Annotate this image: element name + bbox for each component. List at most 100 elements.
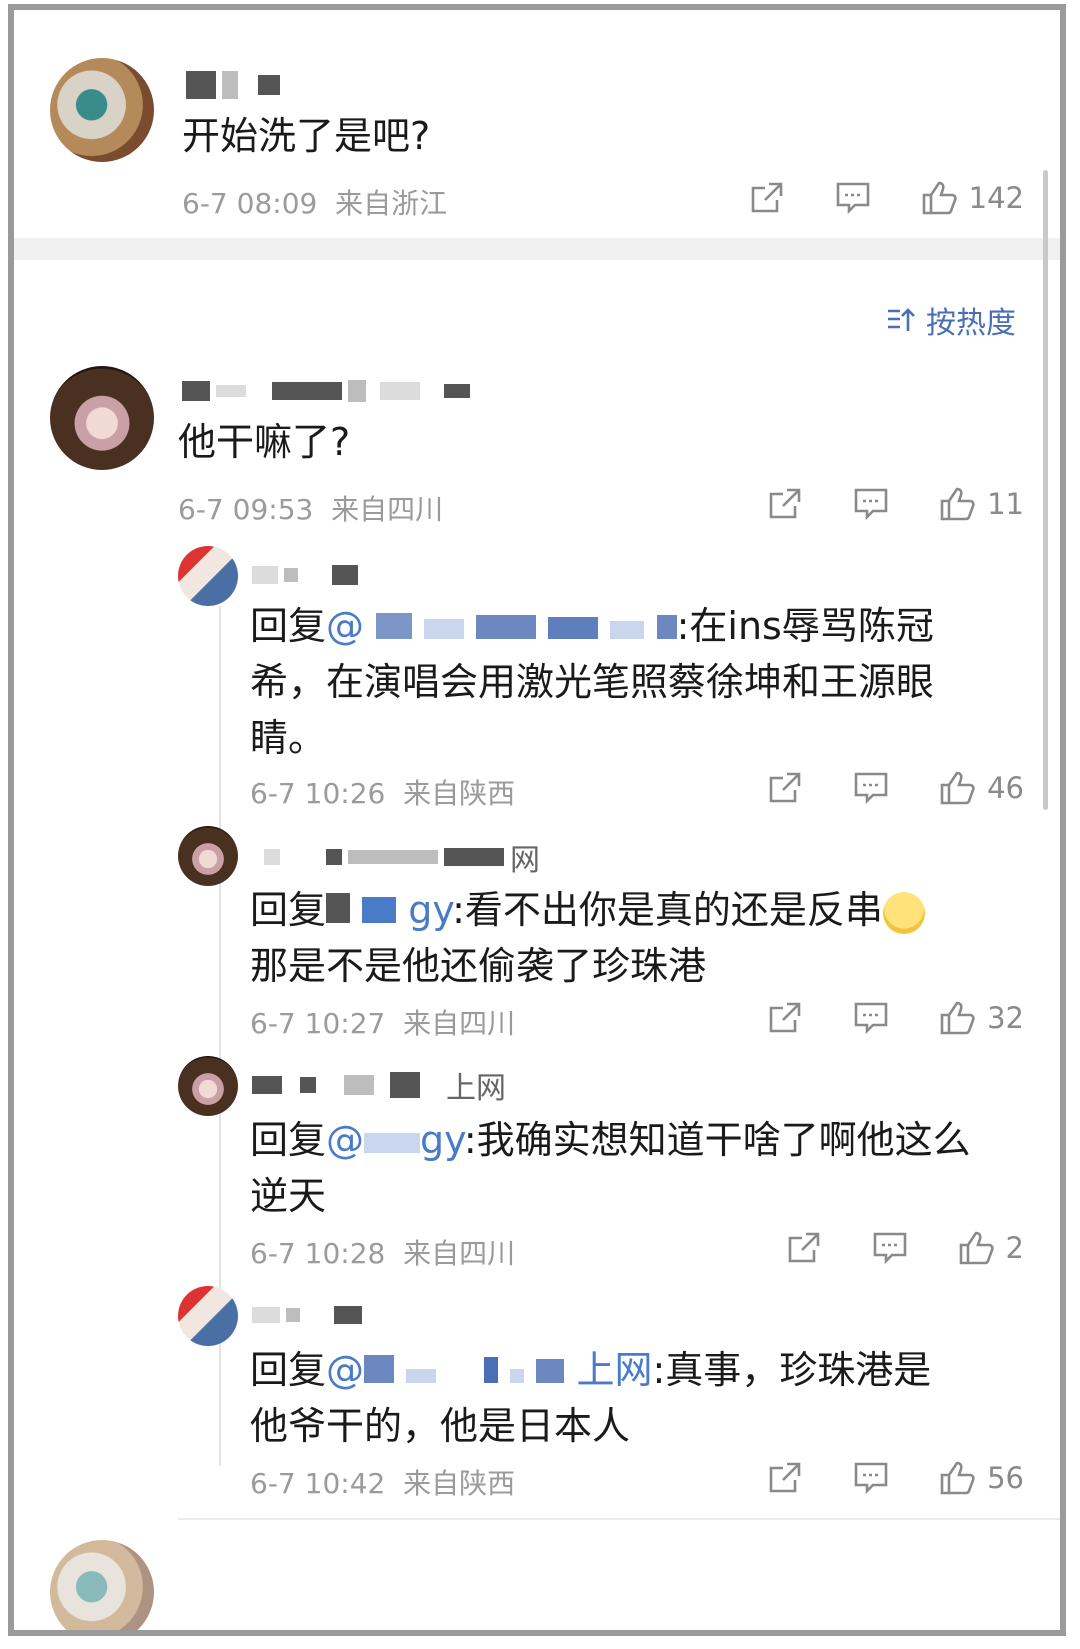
username-suffix: 网 <box>510 843 540 878</box>
share-icon <box>788 1232 819 1263</box>
like-count: 32 <box>987 1001 1024 1035</box>
like-count: 2 <box>1005 1231 1024 1265</box>
avatar[interactable] <box>178 1286 238 1346</box>
avatar-partial[interactable] <box>50 1540 154 1630</box>
mention-text: @ <box>326 1348 365 1392</box>
avatar[interactable] <box>178 826 238 886</box>
item-divider <box>178 1518 1060 1520</box>
reply-prefix: 回复 <box>250 1348 327 1392</box>
like-icon <box>940 1001 975 1035</box>
reply-text-line1: :我确实想知道干啥了啊他这么 <box>463 1118 971 1162</box>
like-count: 46 <box>987 771 1024 805</box>
share-button[interactable] <box>749 181 785 215</box>
sort-toggle[interactable]: 按热度 <box>886 298 1016 342</box>
sort-icon <box>888 308 915 331</box>
comment-text: 开始洗了是吧? <box>182 114 431 158</box>
like-icon <box>940 1461 975 1495</box>
section-divider <box>14 238 1060 260</box>
reply-button[interactable] <box>853 487 889 521</box>
reply-text-line1: :看不出你是真的还是反串 <box>452 888 883 932</box>
share-button[interactable] <box>767 1001 803 1035</box>
timestamp: 6-7 10:26 <box>250 777 386 810</box>
rolling-eyes-emoji <box>882 891 925 934</box>
share-button[interactable] <box>786 1231 822 1265</box>
comment-meta: 6-7 10:27 来自四川 <box>250 1002 515 1042</box>
like-count: 56 <box>987 1461 1024 1495</box>
like-button[interactable]: 142 <box>921 180 1024 216</box>
reply-text-rest: 那是不是他还偷袭了珍珠港 <box>250 944 707 988</box>
location: 来自陕西 <box>403 1467 516 1500</box>
like-button[interactable]: 2 <box>958 1230 1024 1266</box>
share-button[interactable] <box>767 771 803 805</box>
username-blurred[interactable]: 上网 <box>252 1068 506 1106</box>
mention-tail: 上网 <box>576 1348 653 1392</box>
comment-actions: 46 <box>767 770 1024 806</box>
reply-button[interactable] <box>853 1461 889 1495</box>
username-suffix: 上网 <box>446 1071 506 1106</box>
timestamp: 6-7 09:53 <box>178 493 314 526</box>
sort-label: 按热度 <box>926 306 1016 341</box>
reply-prefix: 回复 <box>250 888 327 932</box>
username-blurred[interactable] <box>182 374 470 408</box>
comment-icon <box>854 772 888 805</box>
location: 来自四川 <box>403 1007 516 1040</box>
avatar[interactable] <box>50 366 154 470</box>
avatar[interactable] <box>178 1056 238 1116</box>
like-count: 142 <box>968 181 1024 215</box>
reply-button[interactable] <box>872 1231 908 1265</box>
avatar[interactable] <box>50 58 154 162</box>
share-button[interactable] <box>767 487 803 521</box>
mention-link[interactable]: gy <box>408 888 452 932</box>
mention-link[interactable]: @ <box>326 604 677 648</box>
like-button[interactable]: 46 <box>939 770 1024 806</box>
comment-meta: 6-7 10:28 来自四川 <box>250 1232 515 1272</box>
username-blurred[interactable] <box>252 1298 362 1332</box>
reply-button[interactable] <box>853 771 889 805</box>
reply-text-rest: 他爷干的，他是日本人 <box>250 1404 631 1448</box>
reply-button[interactable] <box>853 1001 889 1035</box>
comment-meta: 6-7 10:42 来自陕西 <box>250 1462 515 1502</box>
scrollbar[interactable] <box>1043 170 1048 810</box>
comment-icon <box>873 1232 906 1265</box>
reply-text: 回复@ 上网:真事，珍珠港是 他爷干的，他是日本人 <box>250 1342 990 1454</box>
reply-button[interactable] <box>835 181 871 215</box>
like-button[interactable]: 32 <box>939 1000 1024 1036</box>
location: 来自四川 <box>403 1237 516 1270</box>
reply-text: 回复@ :在ins辱骂陈冠 希，在演唱会用激光笔照蔡徐坤和王源眼睛。 <box>250 598 990 766</box>
reply-text: 回复@ gy:我确实想知道干啥了啊他这么逆天 <box>250 1112 990 1224</box>
comment-icon <box>854 488 888 521</box>
like-button[interactable]: 56 <box>939 1460 1024 1496</box>
timestamp: 6-7 08:09 <box>182 187 318 220</box>
comment-icon <box>854 1462 888 1495</box>
share-icon <box>769 1002 801 1033</box>
comment-actions: 2 <box>786 1230 1024 1266</box>
mention-text: @ <box>326 604 365 648</box>
like-count: 11 <box>987 487 1024 521</box>
reply-prefix: 回复 <box>250 1118 327 1162</box>
comment-meta: 6-7 09:53 来自四川 <box>178 488 443 528</box>
username-blurred[interactable]: 网 <box>264 840 540 878</box>
mention-tail: gy <box>420 1118 464 1162</box>
timestamp: 6-7 10:28 <box>250 1237 386 1270</box>
mention-link[interactable]: @ 上网 <box>326 1348 652 1392</box>
timestamp: 6-7 10:42 <box>250 1467 386 1500</box>
like-button[interactable]: 11 <box>939 486 1024 522</box>
like-icon <box>940 771 975 805</box>
username-blurred[interactable] <box>252 558 358 592</box>
reply-text-rest: 逆天 <box>250 1174 327 1218</box>
like-icon <box>940 487 975 521</box>
share-icon <box>769 1462 801 1493</box>
reply-text-rest: 希，在演唱会用激光笔照蔡徐坤和王源眼睛。 <box>250 660 935 760</box>
username-blurred[interactable] <box>186 68 280 102</box>
reply-text: 回复 gy:看不出你是真的还是反串那是不是他还偷袭了珍珠港 <box>250 882 990 994</box>
share-button[interactable] <box>767 1461 803 1495</box>
comment-icon <box>854 1002 888 1035</box>
location: 来自四川 <box>331 493 444 526</box>
avatar[interactable] <box>178 546 238 606</box>
comment-actions: 142 <box>749 180 1024 216</box>
comment-actions: 32 <box>767 1000 1024 1036</box>
comment-screen: 开始洗了是吧? 6-7 08:09 来自浙江 142 按热度 他干嘛了? 6-7… <box>8 4 1066 1636</box>
like-icon <box>922 181 957 215</box>
mention-link[interactable]: @ gy <box>326 1118 464 1162</box>
timestamp: 6-7 10:27 <box>250 1007 386 1040</box>
